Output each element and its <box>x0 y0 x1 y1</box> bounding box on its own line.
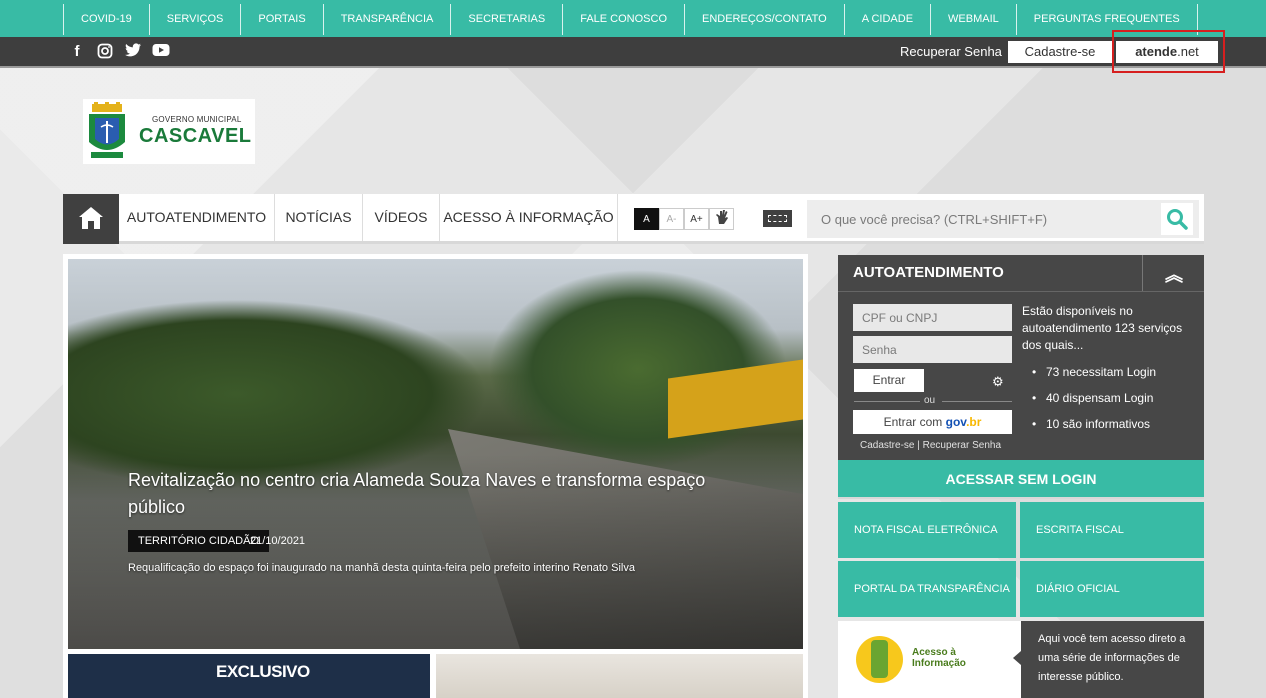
logo-city-text: CASCAVEL <box>139 125 252 147</box>
featured-news-photo <box>68 259 803 649</box>
govbr-login-button[interactable]: Entrar com gov.br <box>853 410 1012 434</box>
topnav-item-transparencia[interactable]: TRANSPARÊNCIA <box>324 4 452 35</box>
search-box <box>807 200 1199 238</box>
stat-login-optional: 40 dispensam Login <box>1032 390 1156 416</box>
home-icon <box>79 207 103 229</box>
panel-recover-link[interactable]: Recuperar Senha <box>923 440 1001 451</box>
signup-button[interactable]: Cadastre-se <box>1008 41 1112 63</box>
or-label: ou <box>924 395 936 406</box>
collapse-button[interactable]: ︽ <box>1142 255 1204 291</box>
topnav-item-fale-conosco[interactable]: FALE CONOSCO <box>563 4 685 35</box>
social-links: f <box>67 43 171 61</box>
font-decrease-button[interactable]: A- <box>659 208 684 230</box>
highlight-box <box>1112 30 1225 73</box>
cpf-cnpj-input[interactable] <box>853 304 1012 331</box>
home-button[interactable] <box>63 194 119 244</box>
featured-news-category[interactable]: TERRITÓRIO CIDADÃO <box>128 530 270 552</box>
menu-item-videos[interactable]: VÍDEOS <box>363 194 440 241</box>
tile-diario-oficial[interactable]: DIÁRIO OFICIAL <box>1020 561 1204 617</box>
keyboard-icon[interactable] <box>763 210 792 227</box>
main-menu: AUTOATENDIMENTO NOTÍCIAS VÍDEOS ACESSO À… <box>63 194 1204 244</box>
panel-divider <box>838 291 1204 292</box>
tile-portal-transparencia[interactable]: PORTAL DA TRANSPARÊNCIA <box>838 561 1016 617</box>
featured-news-summary: Requalificação do espaço foi inaugurado … <box>128 562 635 574</box>
panel-links: Cadastre-se | Recuperar Senha <box>860 440 1002 451</box>
govbr-prefix: Entrar com <box>883 415 943 429</box>
twitter-icon[interactable] <box>123 43 143 61</box>
top-navigation: COVID-19 SERVIÇOS PORTAIS TRANSPARÊNCIA … <box>0 0 1266 37</box>
autoatendimento-title: AUTOATENDIMENTO <box>853 264 1004 281</box>
user-bar: f Recuperar Senha Cadastre-se atende.net <box>0 37 1266 68</box>
news-thumbnail-1-image: EXCLUSIVO <box>68 654 430 698</box>
autoatendimento-panel: AUTOATENDIMENTO ︽ Entrar ⚙ ou Entrar com… <box>838 255 1204 460</box>
acesso-informacao-logo-text: Acesso à Informação <box>912 647 966 669</box>
sign-language-button[interactable] <box>709 208 734 230</box>
news-thumbnail-1-text: EXCLUSIVO <box>216 662 310 681</box>
menu-item-autoatendimento[interactable]: AUTOATENDIMENTO <box>119 194 275 241</box>
facebook-icon[interactable]: f <box>67 43 87 61</box>
topnav-item-portais[interactable]: PORTAIS <box>241 4 324 35</box>
font-increase-button[interactable]: A+ <box>684 208 709 230</box>
recover-password-link[interactable]: Recuperar Senha <box>900 44 1002 59</box>
acesso-informacao-box[interactable]: Acesso à Informação Aqui você tem acesso… <box>838 621 1204 698</box>
coat-of-arms-icon <box>89 102 125 158</box>
search-input[interactable] <box>807 200 1157 238</box>
logo-government-text: GOVERNO MUNICIPAL <box>152 115 242 124</box>
instagram-icon[interactable] <box>95 43 115 61</box>
tile-escrita-fiscal[interactable]: ESCRITA FISCAL <box>1020 502 1204 558</box>
featured-news-headline[interactable]: Revitalização no centro cria Alameda Sou… <box>128 467 728 521</box>
divider-left <box>854 401 920 402</box>
sign-language-icon <box>715 210 728 224</box>
panel-signup-link[interactable]: Cadastre-se <box>860 440 914 451</box>
featured-news-date: 21/10/2021 <box>250 535 306 547</box>
services-stats: 73 necessitam Login 40 dispensam Login 1… <box>1032 364 1156 442</box>
information-icon <box>856 636 903 683</box>
news-thumbnail-2-image <box>436 654 803 698</box>
acesso-informacao-description: Aqui você tem acesso direto a uma série … <box>1013 621 1204 698</box>
govbr-logo-gov: gov <box>945 415 967 429</box>
topnav-item-secretarias[interactable]: SECRETARIAS <box>451 4 564 35</box>
topnav-item-webmail[interactable]: WEBMAIL <box>931 4 1017 35</box>
youtube-icon[interactable] <box>151 43 171 61</box>
search-button[interactable] <box>1161 203 1193 235</box>
stat-login-required: 73 necessitam Login <box>1032 364 1156 390</box>
topnav-item-covid[interactable]: COVID-19 <box>64 4 150 35</box>
logo-text-line-2: Informação <box>912 658 966 669</box>
topnav-item-a-cidade[interactable]: A CIDADE <box>845 4 932 35</box>
access-without-login-button[interactable]: ACESSAR SEM LOGIN <box>838 460 1204 499</box>
menu-item-noticias[interactable]: NOTÍCIAS <box>275 194 363 241</box>
tile-nota-fiscal[interactable]: NOTA FISCAL ELETRÔNICA <box>838 502 1016 558</box>
services-info: Estão disponíveis no autoatendimento 123… <box>1022 304 1183 352</box>
search-icon <box>1167 209 1188 230</box>
news-thumbnail-2[interactable] <box>435 654 808 698</box>
site-logo[interactable]: GOVERNO MUNICIPAL CASCAVEL <box>83 99 255 164</box>
divider-right <box>942 401 1012 402</box>
topnav-item-enderecos[interactable]: ENDEREÇOS/CONTATO <box>685 4 845 35</box>
chevron-up-icon: ︽ <box>1165 265 1183 285</box>
stat-informative: 10 são informativos <box>1032 416 1156 442</box>
login-button[interactable]: Entrar <box>854 369 924 392</box>
password-input[interactable] <box>853 336 1012 363</box>
news-thumbnail-1[interactable]: EXCLUSIVO <box>63 654 435 698</box>
govbr-logo-br: .br <box>966 415 982 429</box>
font-normal-button[interactable]: A <box>634 208 659 230</box>
topnav-item-servicos[interactable]: SERVIÇOS <box>150 4 242 35</box>
gears-icon[interactable]: ⚙ <box>992 374 1004 390</box>
logo-text-line-1: Acesso à <box>912 647 956 658</box>
featured-news[interactable]: Revitalização no centro cria Alameda Sou… <box>63 254 808 654</box>
menu-item-acesso-informacao[interactable]: ACESSO À INFORMAÇÃO <box>440 194 618 241</box>
